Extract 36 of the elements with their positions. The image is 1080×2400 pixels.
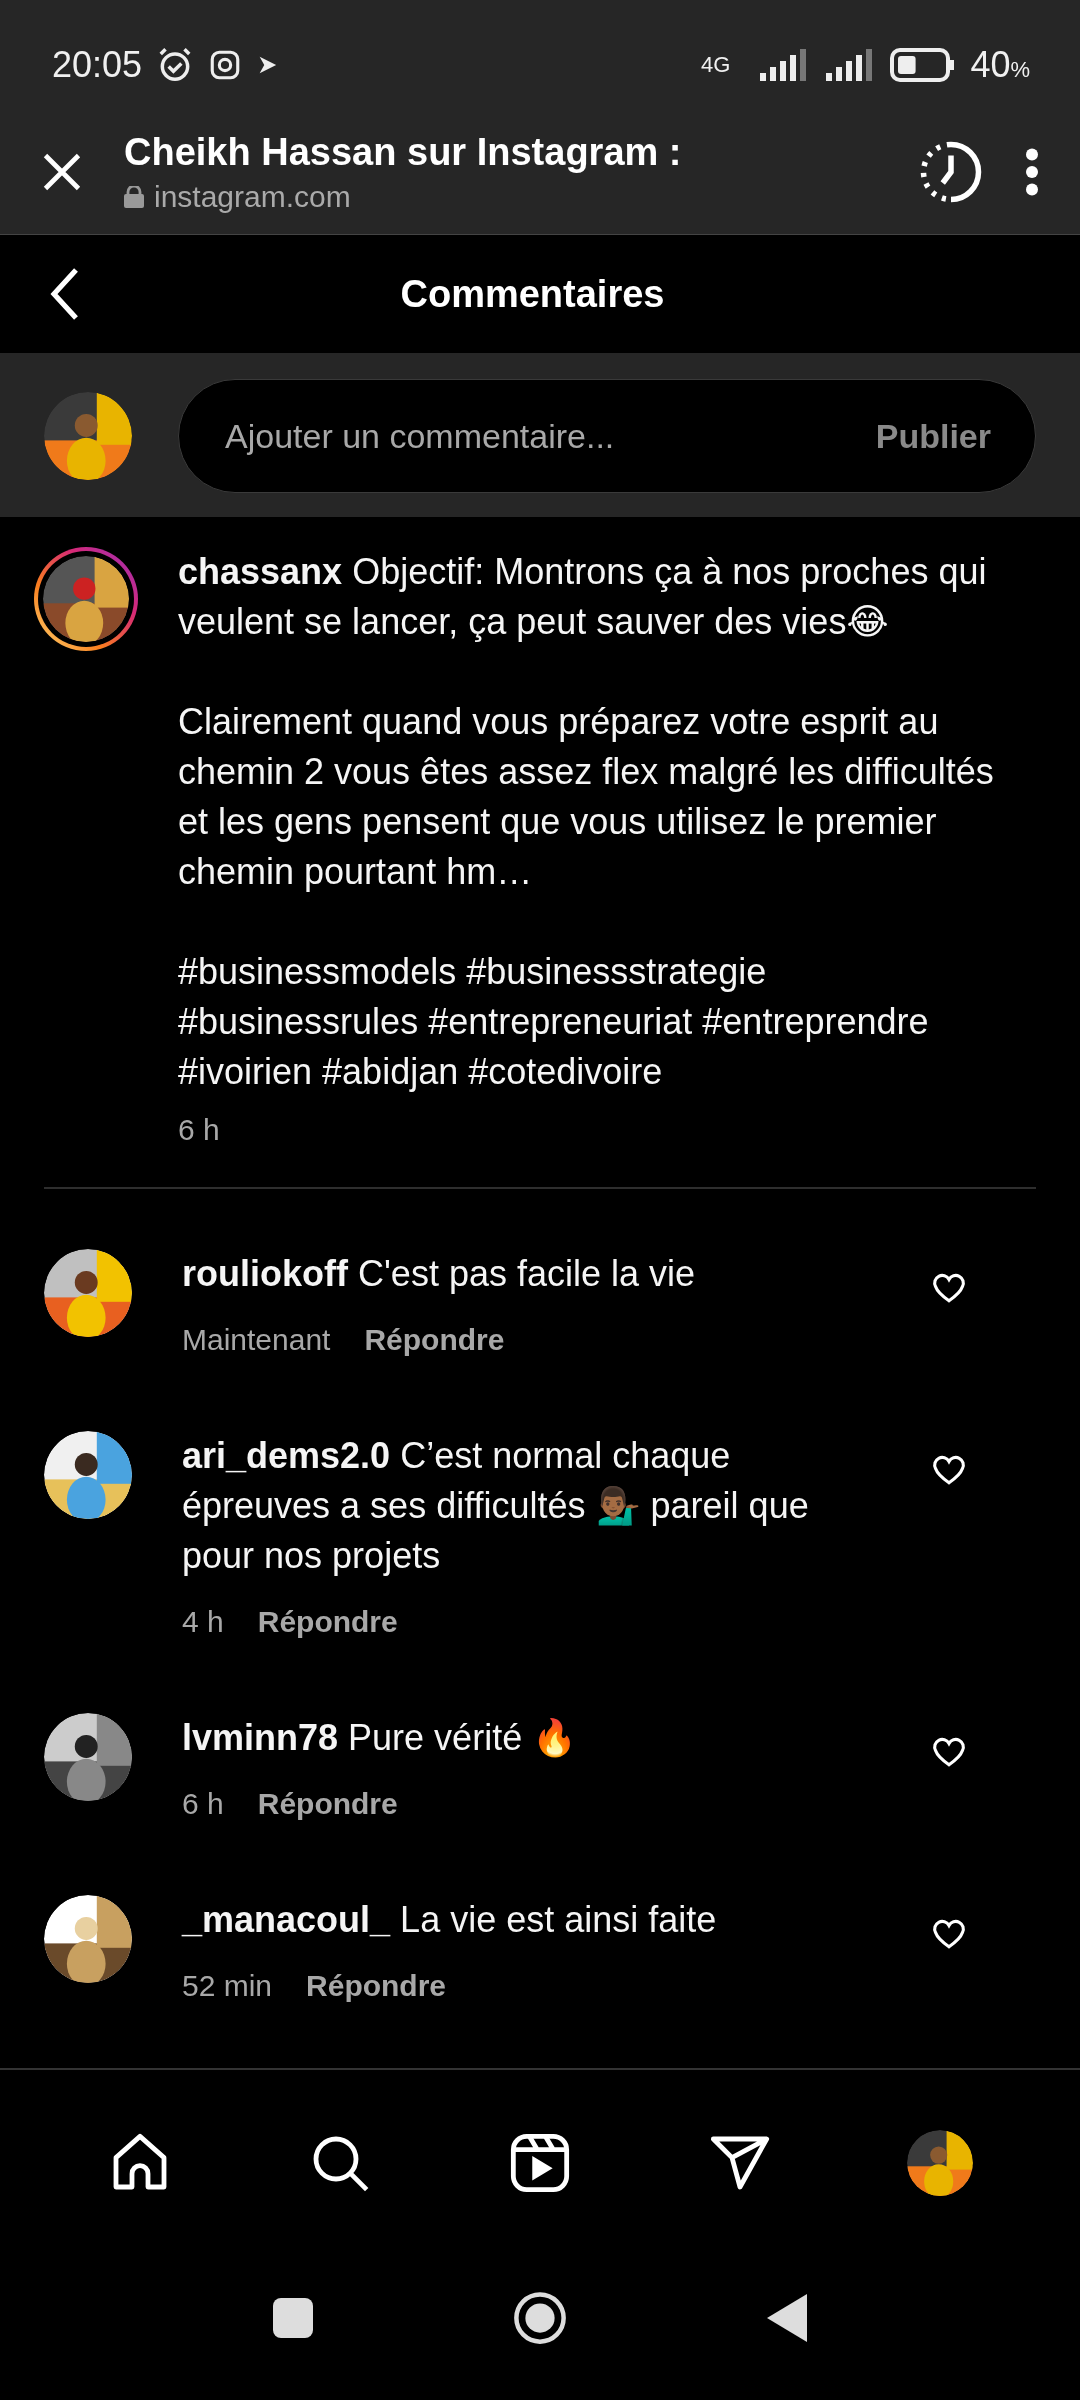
caption-text: #businessmodels #businessstrategie #businessrules #entrepreneuriat #entreprendre #ivoirien #abidjan #cotedivoire — [178, 950, 930, 1094]
comment-text: rouliokoff C'est pas facile la vie — [182, 1252, 697, 1296]
publish-button[interactable]: Publier — [875, 416, 991, 456]
comment-text: ari_dems2.0 C’est normal chaque épreuves a ses difficultés 💁🏾‍♂ pareil que pour nos projets — [182, 1434, 810, 1578]
timestamp: Maintenant — [182, 1323, 331, 1357]
recents-icon[interactable] — [273, 2297, 313, 2338]
home-circle-icon[interactable] — [513, 2290, 567, 2345]
caption-text: chassanx Objectif: Montrons ça à nos proches qui veulent se lancer, ça peut sauver des vies😂 — [178, 550, 988, 644]
more-icon[interactable] — [1024, 147, 1040, 197]
timestamp: 6 h — [182, 1787, 224, 1821]
screen-title: Commentaires — [399, 272, 666, 316]
comment-field[interactable]: Ajouter un commentaire... Publier — [178, 379, 1036, 493]
network-type: 4G — [701, 52, 731, 78]
timestamp: 6 h — [178, 1113, 221, 1147]
reply-button[interactable]: Répondre — [306, 1969, 447, 2003]
reply-button[interactable]: Répondre — [257, 1787, 398, 1821]
reply-button[interactable]: Répondre — [364, 1323, 505, 1357]
battery-percent: 40% — [970, 44, 1030, 86]
reply-button[interactable]: Répondre — [257, 1605, 398, 1639]
battery-icon — [890, 48, 957, 82]
like-icon[interactable] — [932, 1271, 966, 1305]
comment-text: lvminn78 Pure vérité 🔥 — [182, 1716, 579, 1760]
like-icon[interactable] — [932, 1453, 966, 1487]
timestamp: 52 min — [182, 1969, 273, 2003]
page-title: Cheikh Hassan sur Instagram : — [124, 130, 683, 174]
timestamp: 4 h — [182, 1605, 224, 1639]
comment-text: _manacoul_ La vie est ainsi faite — [182, 1898, 718, 1942]
back-icon[interactable] — [50, 266, 80, 322]
like-icon[interactable] — [932, 1735, 966, 1769]
page-url: instagram.com — [154, 179, 351, 214]
clock: 20:05 — [52, 44, 143, 86]
back-triangle-icon[interactable] — [767, 2293, 807, 2342]
history-icon[interactable] — [918, 139, 984, 205]
caption-text: Clairement quand vous préparez votre esprit au chemin 2 vous êtes assez flex malgré les difficultés et les gens pensent que vous utilisez le premier chemin pourtant hm… — [178, 700, 995, 894]
lock-icon — [124, 185, 144, 208]
like-icon[interactable] — [932, 1917, 966, 1951]
